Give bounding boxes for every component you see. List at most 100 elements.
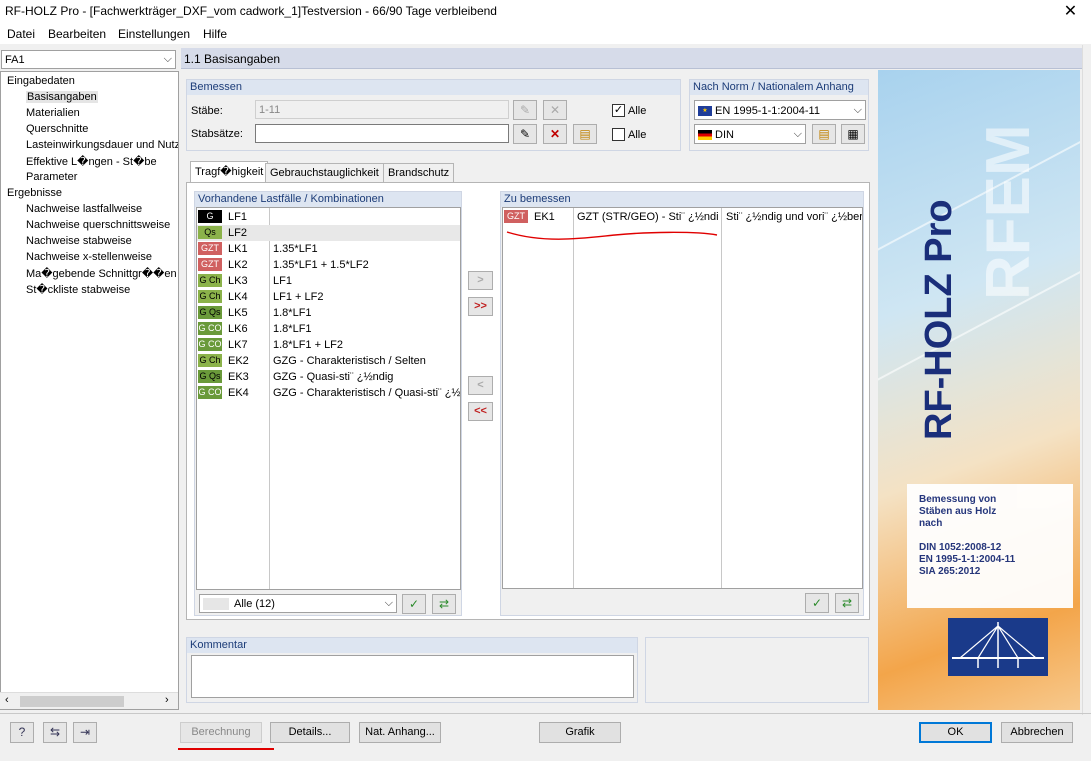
tree-item-stabweise[interactable]: Nachweise stabweise <box>26 235 132 247</box>
select-toggle-button[interactable]: ⇄ <box>835 593 859 613</box>
load-case-row[interactable]: G Ch EK2 GZG - Charakteristisch / Selten <box>197 353 460 369</box>
row-badge: G Ch <box>198 354 222 367</box>
menu-hilfe[interactable]: Hilfe <box>203 27 227 41</box>
row-id: EK1 <box>534 211 555 223</box>
row-desc: 1.8*LF1 <box>273 323 312 335</box>
grafik-button[interactable]: Grafik <box>539 722 621 743</box>
tree-root-results[interactable]: Ergebnisse <box>7 187 62 199</box>
close-button[interactable]: ✕ <box>1050 0 1091 24</box>
import-icon[interactable]: ⇆ <box>43 722 67 743</box>
help-icon[interactable]: ? <box>10 722 34 743</box>
row-desc: GZG - Charakteristisch / Selten <box>273 355 426 367</box>
member-sets-label: Stabsätze: <box>191 128 243 140</box>
eu-flag-icon: ★ <box>698 106 712 116</box>
all-members-checkbox[interactable]: ✓ <box>612 104 625 117</box>
annex-select[interactable]: DIN ⌵ <box>694 124 806 144</box>
select-toggle-button[interactable]: ⇄ <box>432 594 456 614</box>
row-desc: GZG - Quasi-sti¨ ¿½ndig <box>273 371 394 383</box>
row-desc: 1.8*LF1 + LF2 <box>273 339 344 351</box>
tree-item-effektive-laengen[interactable]: Effektive L�ngen - St�be <box>26 155 157 168</box>
available-list[interactable]: G LF1 Qs LF2 GZT LK1 1.35*LF1 GZT LK2 1.35*LF1 + … <box>196 207 461 590</box>
pick-members-button[interactable]: ✎ <box>513 100 537 120</box>
row-badge: G CO <box>198 386 222 399</box>
tree-item-stueckliste[interactable]: St�ckliste stabweise <box>26 283 130 296</box>
banner-product-name: RF-HOLZ Pro <box>918 199 960 440</box>
row-badge: GZT <box>504 210 528 223</box>
tree-item-querschnitte[interactable]: Querschnitte <box>26 123 88 135</box>
row-badge: G Qs <box>198 370 222 383</box>
load-case-row[interactable]: G Ch LK4 LF1 + LF2 <box>197 289 460 305</box>
load-case-row[interactable]: G Qs EK3 GZG - Quasi-sti¨ ¿½ndig <box>197 369 460 385</box>
info-panel <box>645 637 869 703</box>
select-check-button[interactable]: ✓ <box>402 594 426 614</box>
case-select[interactable]: FA1 ⌵ <box>1 50 176 69</box>
load-case-row[interactable]: G Qs LK5 1.8*LF1 <box>197 305 460 321</box>
to-design-row[interactable]: GZT EK1 GZT (STR/GEO) - Sti¨ ¿½ndi Sti¨ … <box>503 209 862 225</box>
select-check-button[interactable]: ✓ <box>805 593 829 613</box>
banner-norm: EN 1995-1-1:2004-11 <box>919 554 1016 565</box>
scroll-right-icon[interactable]: › <box>165 694 169 706</box>
remove-selected-button[interactable]: < <box>468 376 493 395</box>
column-divider <box>573 208 574 588</box>
load-case-row[interactable]: G Ch LK3 LF1 <box>197 273 460 289</box>
tree-item-querschnittsweise[interactable]: Nachweise querschnittsweise <box>26 219 170 231</box>
members-label: Stäbe: <box>191 105 223 117</box>
load-case-row[interactable]: GZT LK2 1.35*LF1 + 1.5*LF2 <box>197 257 460 273</box>
load-case-row[interactable]: G CO LK6 1.8*LF1 <box>197 321 460 337</box>
load-case-row[interactable]: G CO EK4 GZG - Charakteristisch / Quasi-st… <box>197 385 460 401</box>
row-desc: 1.8*LF1 <box>273 307 312 319</box>
scroll-left-icon[interactable]: ‹ <box>5 694 9 706</box>
edit-annex-button[interactable]: ▦ <box>841 124 865 144</box>
menu-datei[interactable]: Datei <box>7 27 35 41</box>
tree-item-parameter[interactable]: Parameter <box>26 171 77 183</box>
load-case-row[interactable]: GZT LK1 1.35*LF1 <box>197 241 460 257</box>
pick-sets-button[interactable]: ✎ <box>513 124 537 144</box>
standard-select[interactable]: ★ EN 1995-1-1:2004-11 ⌵ <box>694 100 866 120</box>
export-icon[interactable]: ⇥ <box>73 722 97 743</box>
row-id: LK6 <box>228 323 248 335</box>
new-annex-button[interactable]: ▤ <box>812 124 836 144</box>
nat-anhang-button[interactable]: Nat. Anhang... <box>359 722 441 743</box>
tree-item-materialien[interactable]: Materialien <box>26 107 80 119</box>
abbrechen-button[interactable]: Abbrechen <box>1001 722 1073 743</box>
details-button[interactable]: Details... <box>270 722 350 743</box>
add-selected-button[interactable]: > <box>468 271 493 290</box>
filter-select[interactable]: Alle (12) ⌵ <box>199 594 397 613</box>
clear-sets-button[interactable]: ✕ <box>543 124 567 144</box>
tree-item-lastfallweise[interactable]: Nachweise lastfallweise <box>26 203 142 215</box>
berechnung-button[interactable]: Berechnung <box>180 722 262 743</box>
menu-einstellungen[interactable]: Einstellungen <box>118 27 190 41</box>
all-sets-label: Alle <box>628 129 647 141</box>
scrollbar-thumb[interactable] <box>20 696 124 707</box>
to-design-list[interactable]: GZT EK1 GZT (STR/GEO) - Sti¨ ¿½ndi Sti¨ … <box>502 207 863 589</box>
load-case-row[interactable]: G CO LK7 1.8*LF1 + LF2 <box>197 337 460 353</box>
new-set-button[interactable]: ▤ <box>573 124 597 144</box>
tree-horizontal-scrollbar[interactable]: ‹ › <box>0 692 178 709</box>
tree-item-lasteinwirkungsdauer[interactable]: Lasteinwirkungsdauer und Nutz <box>26 139 178 151</box>
germany-flag-icon <box>698 130 712 140</box>
tree-item-schnittgroessen[interactable]: Ma�gebende Schnittgr��en <box>26 267 177 280</box>
member-sets-input[interactable] <box>255 124 509 143</box>
all-sets-checkbox[interactable] <box>612 128 625 141</box>
add-all-button[interactable]: >> <box>468 297 493 316</box>
load-case-row[interactable]: Qs LF2 <box>197 225 460 241</box>
tree-root-input[interactable]: Eingabedaten <box>7 75 75 87</box>
tab-brandschutz[interactable]: Brandschutz <box>383 163 455 182</box>
row-badge: G CO <box>198 338 222 351</box>
tree-item-basisangaben[interactable]: Basisangaben <box>26 91 98 103</box>
comment-textarea[interactable] <box>191 655 634 698</box>
chevron-down-icon: ⌵ <box>853 104 862 116</box>
clear-members-button[interactable]: ✕ <box>543 100 567 120</box>
chevron-down-icon: ⌵ <box>793 128 802 140</box>
tab-gebrauchstauglichkeit[interactable]: Gebrauchstauglichkeit <box>265 163 384 182</box>
ok-button[interactable]: OK <box>919 722 992 743</box>
load-case-row[interactable]: G LF1 <box>197 209 460 225</box>
tree-item-x-stellenweise[interactable]: Nachweise x-stellenweise <box>26 251 152 263</box>
chevron-down-icon: ⌵ <box>163 53 172 65</box>
row-desc: LF1 <box>273 275 292 287</box>
tab-tragfaehigkeit[interactable]: Tragf�higkeit <box>190 161 269 183</box>
remove-all-button[interactable]: << <box>468 402 493 421</box>
case-select-value: FA1 <box>5 54 25 66</box>
members-input[interactable]: 1-11 <box>255 100 509 119</box>
menu-bearbeiten[interactable]: Bearbeiten <box>48 27 106 41</box>
